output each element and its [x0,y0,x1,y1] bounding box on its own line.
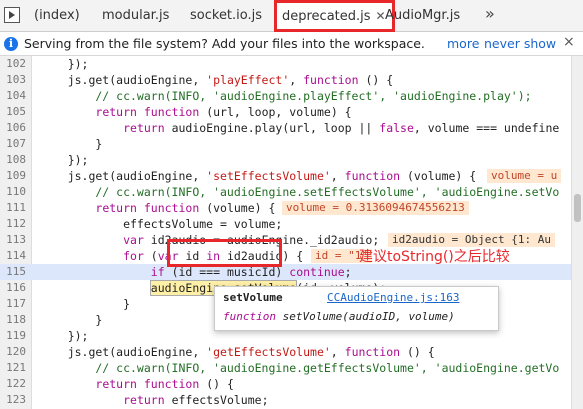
line-number: 107 [6,137,26,150]
code-line: 110 // cc.warn(INFO, 'audioEngine.setEff… [0,184,571,200]
line-number: 105 [6,105,26,118]
code-text: js.get(audioEngine, 'setEffectsVolume', … [40,169,477,183]
annotation-note: 建议toString()之后比较 [359,249,510,265]
line-number: 112 [6,217,26,230]
code-text: js.get(audioEngine, 'playEffect', functi… [40,73,394,87]
inline-value: volume = u [487,169,562,183]
code-text: }); [40,153,89,167]
infobar-message: Serving from the file system? Add your f… [24,36,425,51]
code-line: 120 js.get(audioEngine, 'getEffectsVolum… [0,344,571,360]
code-text: } [40,137,103,151]
line-number: 111 [6,201,26,214]
never-show-link[interactable]: never show [484,36,556,51]
code-text: return function (url, loop, volume) { [95,105,352,119]
line-number: 103 [6,73,26,86]
line-number: 108 [6,153,26,166]
tab-label: socket.io.js [190,8,263,23]
tab-label: deprecated.js [282,9,371,24]
tab-label: modular.js [102,8,170,23]
line-number: 102 [6,57,26,70]
code-line: 103 js.get(audioEngine, 'playEffect', fu… [0,72,571,88]
tooltip-title: setVolume [223,291,283,304]
inline-value: id2audio = Object {1: Au [388,233,555,247]
tab-label: (index) [34,8,80,23]
more-link[interactable]: more [447,36,479,51]
code-text: } [40,297,131,311]
line-number: 119 [6,329,26,342]
tooltip-signature-keyword: function [223,310,276,323]
tab-socket-io-js[interactable]: socket.io.js [190,0,262,32]
more-tabs-icon[interactable]: » [485,4,495,23]
code-text: return function () { [95,377,234,391]
code-text: }); [40,329,89,343]
code-line: 109 js.get(audioEngine, 'setEffectsVolum… [0,168,571,184]
comparison-highlight-box [167,239,282,267]
line-number: 109 [6,169,26,182]
line-number: 121 [6,361,26,374]
info-icon: i [4,37,18,51]
vertical-scrollbar[interactable] [571,56,583,409]
code-text: return effectsVolume; [123,393,269,407]
code-text: // cc.warn(INFO, 'audioEngine.getEffects… [40,361,560,375]
code-line: 121 // cc.warn(INFO, 'audioEngine.getEff… [0,360,571,376]
tab-label: AudioMgr.js [385,8,461,23]
line-number: 113 [6,233,26,246]
code-line: 104 // cc.warn(INFO, 'audioEngine.playEf… [0,88,571,104]
code-text: effectsVolume = volume; [40,217,283,231]
line-number: 110 [6,185,26,198]
code-line: 108 }); [0,152,571,168]
code-line: 105 return function (url, loop, volume) … [0,104,571,120]
code-text: return audioEngine.play(url, loop || fal… [123,121,560,135]
code-editor[interactable]: 102 }); 103 js.get(audioEngine, 'playEff… [0,56,571,409]
function-tooltip: setVolume CCAudioEngine.js:163 function … [214,286,499,331]
tab-audiomgr-js[interactable]: AudioMgr.js [385,0,460,32]
code-text: js.get(audioEngine, 'getEffectsVolume', … [40,345,435,359]
code-line: 107 } [0,136,571,152]
code-line: 106 return audioEngine.play(url, loop ||… [0,120,571,136]
line-number: 117 [6,297,26,310]
code-line: 102 }); [0,56,571,72]
line-number: 118 [6,313,26,326]
code-line: 122 return function () { [0,376,571,392]
line-number: 106 [6,121,26,134]
line-number: 116 [6,281,26,294]
tooltip-signature: function setVolume(audioID, volume) [223,310,455,323]
workspace-infobar: i Serving from the file system? Add your… [0,32,583,56]
tooltip-signature-text: setVolume(audioID, volume) [282,310,455,323]
line-number: 122 [6,377,26,390]
code-text: }); [40,57,89,71]
code-text: } [40,313,103,327]
code-line-current: 115 if (id === musicId) continue; [0,264,571,280]
line-number: 104 [6,89,26,102]
code-line: 123 return effectsVolume; [0,392,571,408]
scrollbar-thumb[interactable] [574,194,581,222]
tooltip-source-link[interactable]: CCAudioEngine.js:163 [327,291,459,304]
tab-bar: (index) modular.js socket.io.js deprecat… [0,0,583,32]
close-icon[interactable]: × [563,34,575,50]
inline-value: volume = 0.3136094674556213 [282,201,469,215]
line-number: 120 [6,345,26,358]
line-number: 114 [6,249,26,262]
code-line: 111 return function (volume) { volume = 0… [0,200,571,216]
toggle-navigator-icon[interactable] [4,7,20,23]
tab-index[interactable]: (index) [34,0,80,32]
line-number: 123 [6,393,26,406]
code-text: return function (volume) { [95,201,276,215]
tab-modular-js[interactable]: modular.js [102,0,169,32]
code-line: 112 effectsVolume = volume; [0,216,571,232]
code-text: // cc.warn(INFO, 'audioEngine.playEffect… [40,89,532,103]
tab-deprecated-js[interactable]: deprecated.js ✕ [274,0,395,32]
code-text: // cc.warn(INFO, 'audioEngine.setEffects… [40,185,560,199]
line-number: 115 [6,265,26,278]
